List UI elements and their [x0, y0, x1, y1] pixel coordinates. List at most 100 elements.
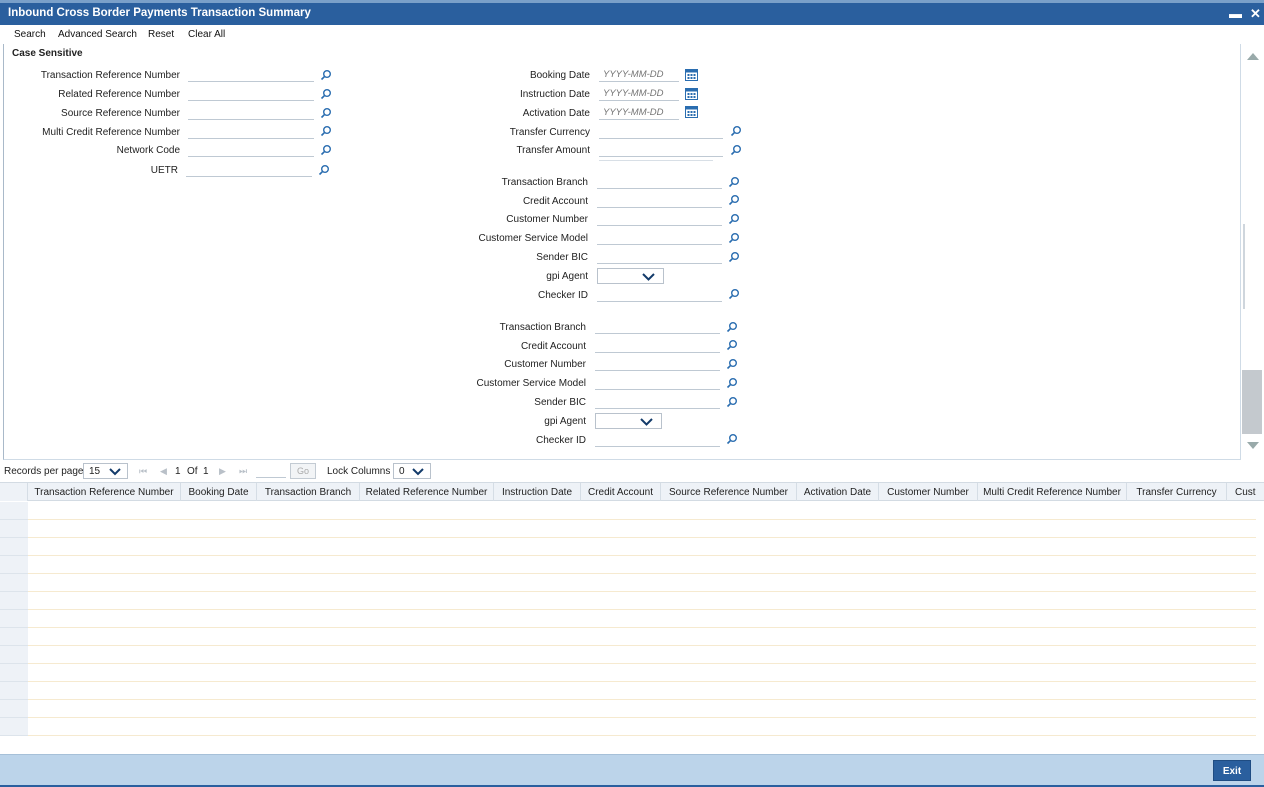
lock-columns-select[interactable]: 0	[393, 463, 431, 479]
checker-id-input[interactable]	[597, 287, 722, 302]
source-reference-number-input[interactable]	[188, 105, 314, 120]
calendar-icon[interactable]	[685, 69, 698, 81]
magnifier-icon[interactable]	[320, 88, 332, 100]
minimize-icon[interactable]: ▬	[1229, 6, 1242, 21]
search-button[interactable]: Search	[14, 29, 46, 40]
advanced-search-button[interactable]: Advanced Search	[58, 29, 137, 40]
page-number-input[interactable]	[256, 463, 286, 478]
magnifier-icon[interactable]	[728, 251, 740, 263]
last-page-icon[interactable]: ⏭	[239, 466, 247, 477]
column-header[interactable]: Multi Credit Reference Number	[978, 483, 1127, 501]
magnifier-icon[interactable]	[728, 213, 740, 225]
magnifier-icon[interactable]	[320, 69, 332, 81]
magnifier-icon[interactable]	[320, 125, 332, 137]
magnifier-icon[interactable]	[728, 288, 740, 300]
calendar-icon[interactable]	[685, 88, 698, 100]
row-selector[interactable]	[0, 718, 28, 736]
magnifier-icon[interactable]	[320, 107, 332, 119]
column-header[interactable]: Cust	[1227, 483, 1264, 501]
row-selector[interactable]	[0, 610, 28, 628]
go-button[interactable]: Go	[290, 463, 316, 479]
credit-account-input[interactable]	[595, 338, 720, 353]
table-row[interactable]	[28, 718, 1256, 736]
magnifier-icon[interactable]	[726, 358, 738, 370]
transaction-reference-number-input[interactable]	[188, 67, 314, 82]
row-selector[interactable]	[0, 556, 28, 574]
row-selector[interactable]	[0, 700, 28, 718]
row-selector[interactable]	[0, 538, 28, 556]
column-header[interactable]: Credit Account	[581, 483, 661, 501]
table-row[interactable]	[28, 682, 1256, 700]
row-selector[interactable]	[0, 520, 28, 538]
gpi-agent-select[interactable]	[597, 268, 664, 284]
multi-credit-reference-number-input[interactable]	[188, 124, 314, 139]
scroll-thumb[interactable]	[1242, 370, 1262, 434]
column-header[interactable]: Customer Number	[879, 483, 978, 501]
magnifier-icon[interactable]	[726, 339, 738, 351]
magnifier-icon[interactable]	[320, 144, 332, 156]
select-all-cell[interactable]	[0, 483, 28, 501]
table-row[interactable]	[28, 574, 1256, 592]
table-row[interactable]	[28, 556, 1256, 574]
column-header[interactable]: Transaction Reference Number	[28, 483, 181, 501]
column-header[interactable]: Transaction Branch	[257, 483, 360, 501]
network-code-input[interactable]	[188, 142, 314, 157]
row-selector[interactable]	[0, 646, 28, 664]
next-page-icon[interactable]: ▶	[219, 466, 226, 477]
transaction-branch-input[interactable]	[597, 174, 722, 189]
clear-all-button[interactable]: Clear All	[188, 29, 225, 40]
magnifier-icon[interactable]	[730, 144, 742, 156]
magnifier-icon[interactable]	[726, 396, 738, 408]
sender-bic-input[interactable]	[595, 394, 720, 409]
records-per-page-select[interactable]: 15	[83, 463, 128, 479]
magnifier-icon[interactable]	[728, 176, 740, 188]
uetr-input[interactable]	[186, 162, 312, 177]
previous-page-icon[interactable]: ◀	[160, 466, 167, 477]
sender-bic-input[interactable]	[597, 249, 722, 264]
transfer-amount-input[interactable]	[599, 142, 723, 157]
instruction-date-input[interactable]	[599, 86, 679, 101]
magnifier-icon[interactable]	[728, 232, 740, 244]
row-selector[interactable]	[0, 574, 28, 592]
magnifier-icon[interactable]	[726, 433, 738, 445]
credit-account-input[interactable]	[597, 193, 722, 208]
column-header[interactable]: Related Reference Number	[360, 483, 494, 501]
magnifier-icon[interactable]	[318, 164, 330, 176]
calendar-icon[interactable]	[685, 106, 698, 118]
customer-number-input[interactable]	[597, 211, 722, 226]
table-row[interactable]	[28, 592, 1256, 610]
scroll-down-icon[interactable]	[1247, 442, 1259, 449]
column-header[interactable]: Booking Date	[181, 483, 257, 501]
transaction-branch-input[interactable]	[595, 319, 720, 334]
customer-service-model-input[interactable]	[595, 375, 720, 390]
column-header[interactable]: Source Reference Number	[661, 483, 797, 501]
column-header[interactable]: Instruction Date	[494, 483, 581, 501]
related-reference-number-input[interactable]	[188, 86, 314, 101]
reset-button[interactable]: Reset	[148, 29, 174, 40]
close-icon[interactable]: ✕	[1250, 6, 1261, 22]
activation-date-input[interactable]	[599, 105, 679, 120]
customer-service-model-input[interactable]	[597, 230, 722, 245]
table-row[interactable]	[28, 646, 1256, 664]
table-row[interactable]	[28, 628, 1256, 646]
criteria-scrollbar[interactable]	[1242, 44, 1264, 460]
exit-button[interactable]: Exit	[1213, 760, 1251, 781]
magnifier-icon[interactable]	[726, 377, 738, 389]
row-selector[interactable]	[0, 502, 28, 520]
column-header[interactable]: Activation Date	[797, 483, 879, 501]
table-row[interactable]	[28, 610, 1256, 628]
column-header[interactable]: Transfer Currency	[1127, 483, 1227, 501]
table-row[interactable]	[28, 502, 1256, 520]
table-row[interactable]	[28, 538, 1256, 556]
transfer-currency-input[interactable]	[599, 124, 723, 139]
table-row[interactable]	[28, 664, 1256, 682]
table-row[interactable]	[28, 700, 1256, 718]
first-page-icon[interactable]: ⏮	[139, 466, 147, 477]
magnifier-icon[interactable]	[728, 194, 740, 206]
row-selector[interactable]	[0, 682, 28, 700]
row-selector[interactable]	[0, 628, 28, 646]
gpi-agent-select[interactable]	[595, 413, 662, 429]
checker-id-input[interactable]	[595, 432, 720, 447]
magnifier-icon[interactable]	[730, 125, 742, 137]
scroll-up-icon[interactable]	[1247, 53, 1259, 60]
